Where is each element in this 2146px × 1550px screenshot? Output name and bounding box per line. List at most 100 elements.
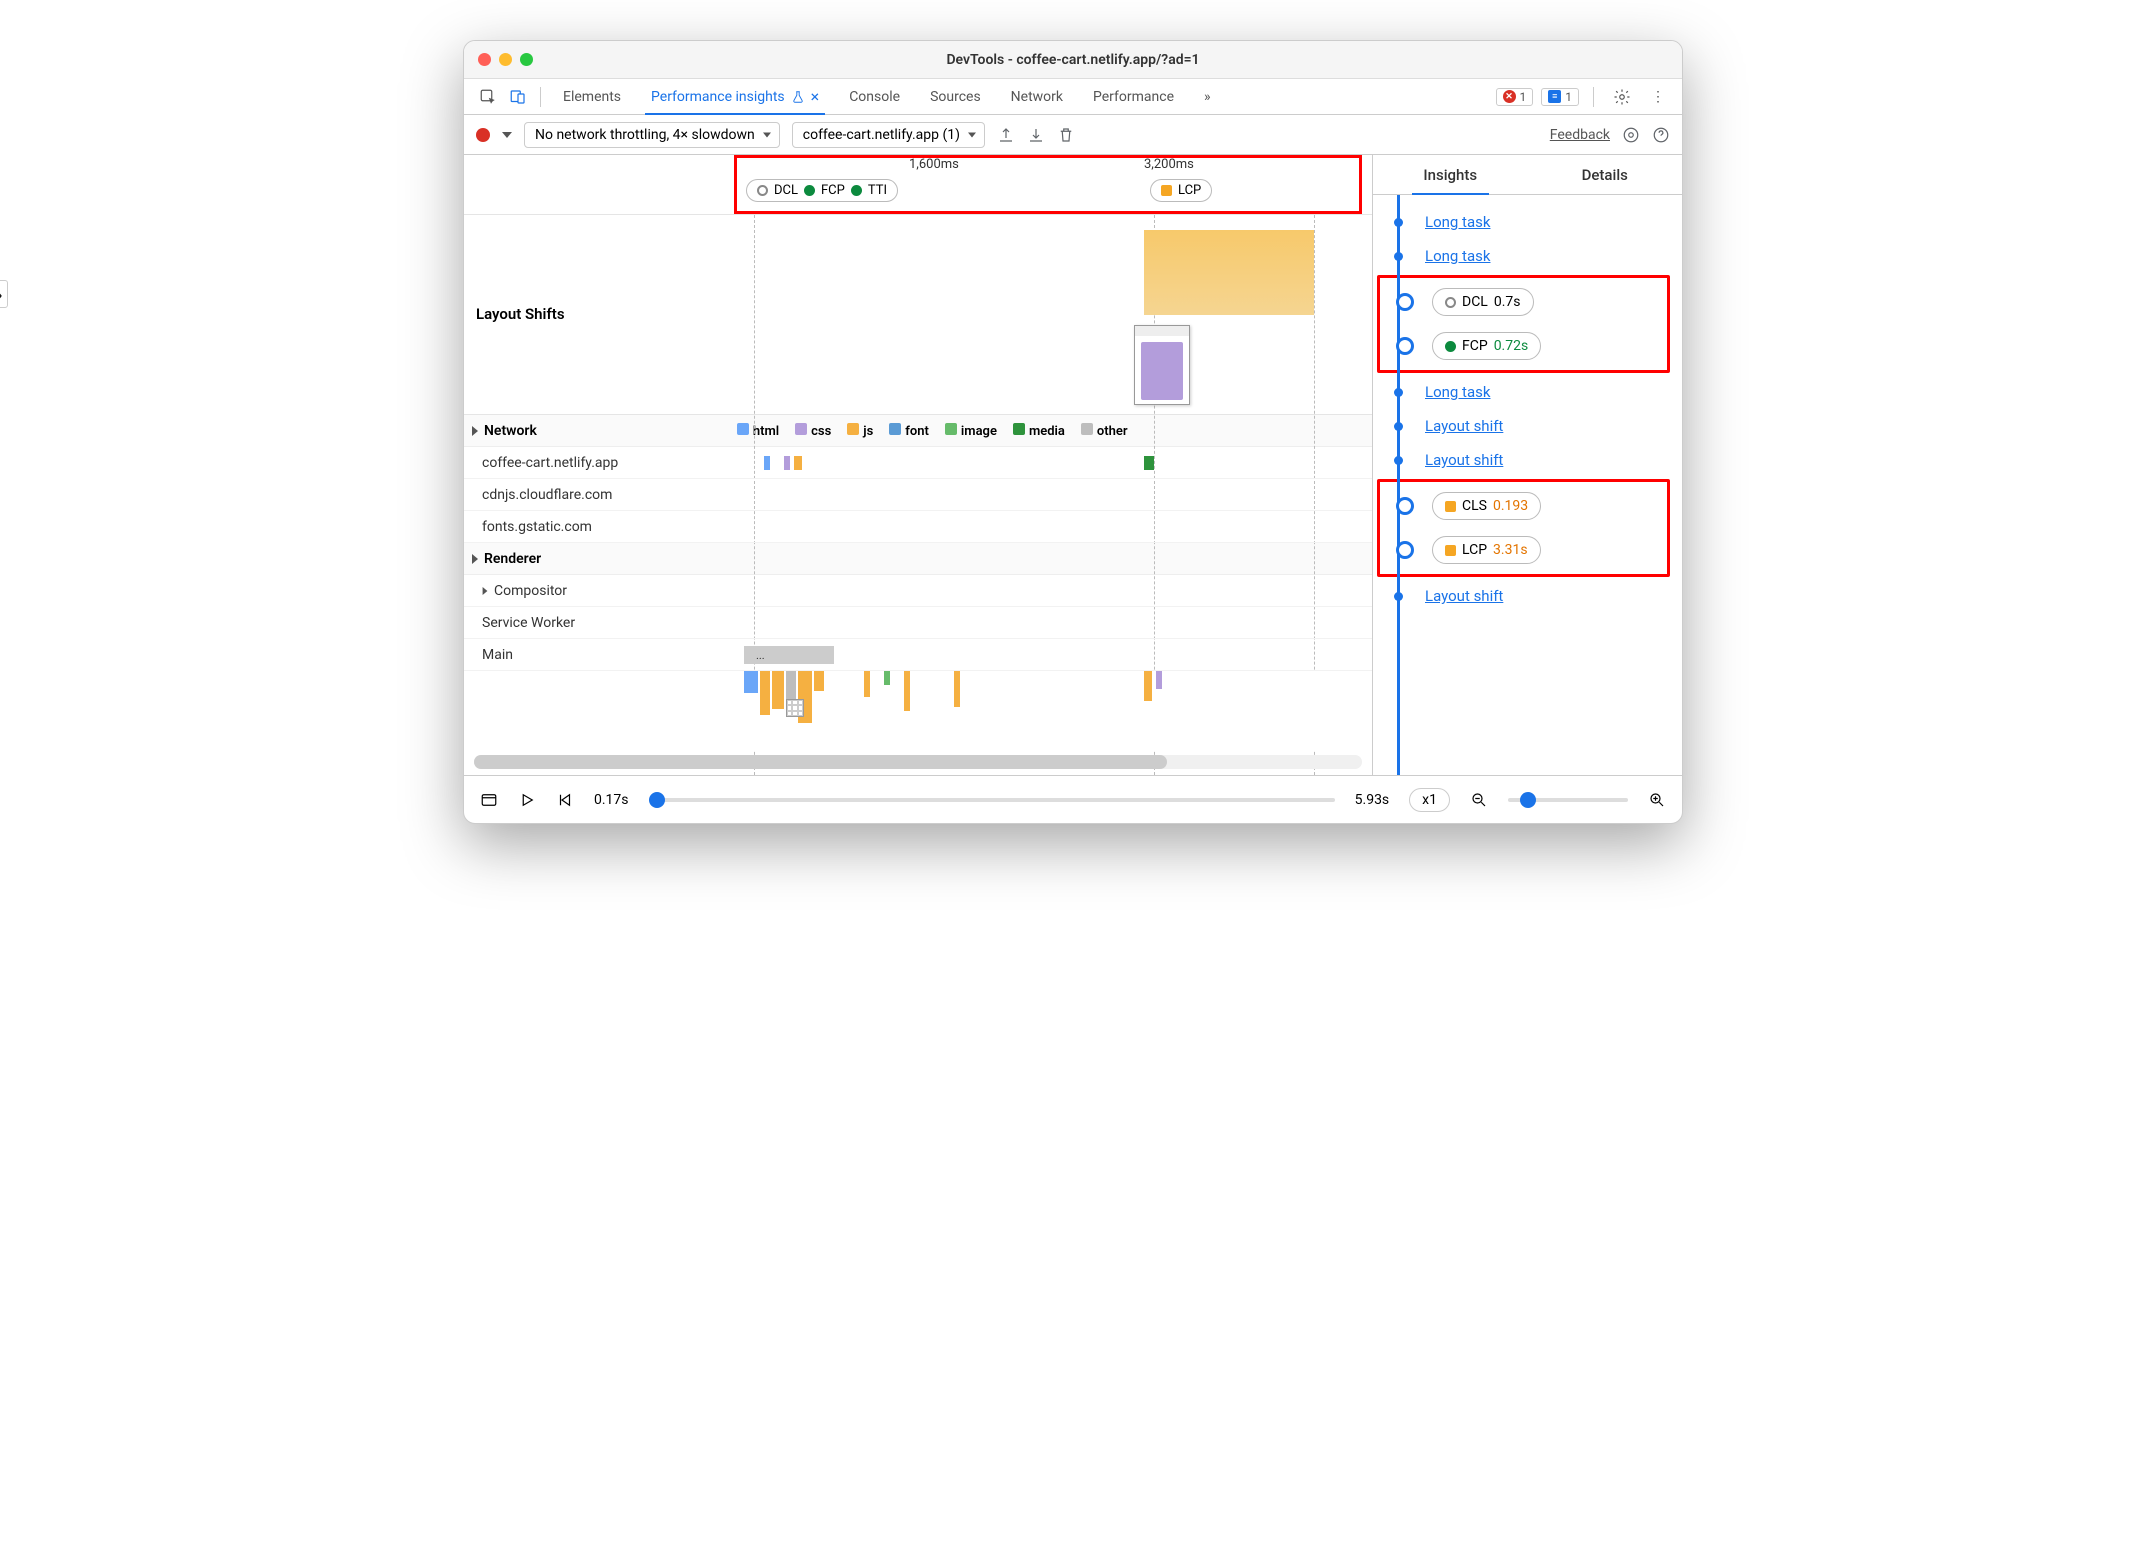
metric-pill[interactable]: CLS 0.193 <box>1432 492 1541 520</box>
titlebar: DevTools - coffee-cart.netlify.app/?ad=1 <box>464 41 1682 79</box>
timeline-body[interactable]: Layout Shifts Network html css js font i… <box>464 215 1372 775</box>
insights-list[interactable]: Long task Long task DCL 0.7s FCP 0.72s L… <box>1373 195 1682 775</box>
error-badge[interactable]: ✕ 1 <box>1496 88 1534 106</box>
chevron-right-icon <box>472 426 478 436</box>
flame-chart[interactable] <box>464 671 1372 751</box>
devtools-window: DevTools - coffee-cart.netlify.app/?ad=1… <box>463 40 1683 824</box>
network-row[interactable]: coffee-cart.netlify.app <box>464 447 1372 479</box>
layout-shifts-label: Layout Shifts <box>476 305 565 323</box>
window-title: DevTools - coffee-cart.netlify.app/?ad=1 <box>946 52 1199 68</box>
maximize-window-button[interactable] <box>520 53 533 66</box>
tabs-overflow[interactable]: » <box>1190 79 1225 115</box>
tab-elements[interactable]: Elements <box>549 79 635 115</box>
row-label: Service Worker <box>482 615 575 631</box>
section: Layout Shifts <box>464 215 1372 415</box>
skip-back-icon[interactable] <box>556 791 574 809</box>
insight-item: Long task <box>1373 375 1682 409</box>
legend-item: font <box>889 423 929 439</box>
throttling-select[interactable]: No network throttling, 4× slowdown <box>524 122 780 148</box>
more-icon[interactable]: ⋮ <box>1644 83 1672 111</box>
settings-icon[interactable] <box>1608 83 1636 111</box>
row-label: coffee-cart.netlify.app <box>482 455 618 471</box>
tab-sources[interactable]: Sources <box>916 79 995 115</box>
legend-item: js <box>847 423 873 439</box>
network-legend: html css js font image media other <box>737 423 1128 439</box>
minimize-window-button[interactable] <box>499 53 512 66</box>
ring-icon <box>1445 297 1456 308</box>
help-icon[interactable] <box>1652 126 1670 144</box>
zoom-in-icon[interactable] <box>1648 791 1666 809</box>
insight-link[interactable]: Layout shift <box>1425 451 1503 469</box>
time-slider[interactable] <box>649 798 1335 802</box>
section-label: Renderer <box>484 551 541 567</box>
square-icon <box>1445 501 1456 512</box>
insight-item: CLS 0.193 <box>1380 484 1667 528</box>
preview-toggle-icon[interactable] <box>480 791 498 809</box>
renderer-row[interactable]: Main ... <box>464 639 1372 671</box>
panel-settings-icon[interactable] <box>1622 126 1640 144</box>
timeline-node-icon <box>1396 293 1414 311</box>
metric-pill[interactable]: FCP 0.72s <box>1432 332 1541 360</box>
insight-link[interactable]: Long task <box>1425 383 1490 401</box>
device-toggle-icon[interactable] <box>504 83 532 111</box>
network-row[interactable]: fonts.gstatic.com <box>464 511 1372 543</box>
tab-performance[interactable]: Performance <box>1079 79 1188 115</box>
network-row[interactable]: cdnjs.cloudflare.com <box>464 479 1372 511</box>
layout-shift-thumbnail[interactable] <box>1134 325 1190 405</box>
tab-insights[interactable]: Insights <box>1373 155 1528 194</box>
export-icon[interactable] <box>997 126 1015 144</box>
insight-link[interactable]: Long task <box>1425 213 1490 231</box>
insight-item: Layout shift <box>1373 579 1682 613</box>
row-label: cdnjs.cloudflare.com <box>482 487 612 503</box>
renderer-row[interactable]: Service Worker <box>464 607 1372 639</box>
tab-close-icon[interactable]: × <box>811 87 820 106</box>
info-icon: ≡ <box>1548 90 1561 103</box>
speed-selector[interactable]: x1 <box>1409 788 1450 812</box>
tab-details[interactable]: Details <box>1528 155 1683 194</box>
row-label: fonts.gstatic.com <box>482 519 592 535</box>
metric-value: 3.31s <box>1493 542 1528 558</box>
traffic-lights <box>478 53 533 66</box>
legend-item: media <box>1013 423 1065 439</box>
flask-icon <box>791 90 805 104</box>
metric-pill[interactable]: DCL 0.7s <box>1432 288 1534 316</box>
delete-icon[interactable] <box>1057 126 1075 144</box>
insight-item: DCL 0.7s <box>1380 280 1667 324</box>
tab-network[interactable]: Network <box>997 79 1077 115</box>
timeline-node-icon <box>1396 497 1414 515</box>
target-select[interactable]: coffee-cart.netlify.app (1) <box>792 122 985 148</box>
metric-name: DCL <box>1462 294 1488 310</box>
insight-link[interactable]: Long task <box>1425 247 1490 265</box>
metric-pill[interactable]: LCP 3.31s <box>1432 536 1541 564</box>
tab-console[interactable]: Console <box>835 79 914 115</box>
import-icon[interactable] <box>1027 126 1045 144</box>
renderer-row[interactable]: Compositor <box>464 575 1372 607</box>
record-button[interactable] <box>476 128 490 142</box>
feedback-link[interactable]: Feedback <box>1550 127 1610 143</box>
metric-name: LCP <box>1462 542 1487 558</box>
tab-performance-insights[interactable]: Performance insights × <box>637 79 833 115</box>
tab-label: Performance insights <box>651 89 785 105</box>
zoom-out-icon[interactable] <box>1470 791 1488 809</box>
time-start: 0.17s <box>594 792 629 808</box>
horizontal-scrollbar[interactable] <box>474 755 1362 769</box>
legend-item: other <box>1081 423 1128 439</box>
record-options-dropdown[interactable] <box>502 132 512 138</box>
timeline-dot-icon <box>1394 592 1403 601</box>
section-label: Network <box>484 423 537 439</box>
close-window-button[interactable] <box>478 53 491 66</box>
timeline-ruler: 1,600ms 3,200ms DCLFCPTTI LCP <box>464 155 1372 215</box>
renderer-section-header[interactable]: Renderer <box>464 543 1372 575</box>
play-icon[interactable] <box>518 791 536 809</box>
insight-link[interactable]: Layout shift <box>1425 587 1503 605</box>
marker-icon <box>786 699 804 717</box>
inspect-element-icon[interactable] <box>474 83 502 111</box>
zoom-slider[interactable] <box>1508 798 1628 802</box>
metric-name: FCP <box>1462 338 1488 354</box>
insight-item: LCP 3.31s <box>1380 528 1667 572</box>
info-badge[interactable]: ≡ 1 <box>1541 88 1579 106</box>
info-count: 1 <box>1565 90 1572 104</box>
network-section-header[interactable]: Network html css js font image media oth… <box>464 415 1372 447</box>
row-label: Main <box>482 647 513 663</box>
insight-link[interactable]: Layout shift <box>1425 417 1503 435</box>
